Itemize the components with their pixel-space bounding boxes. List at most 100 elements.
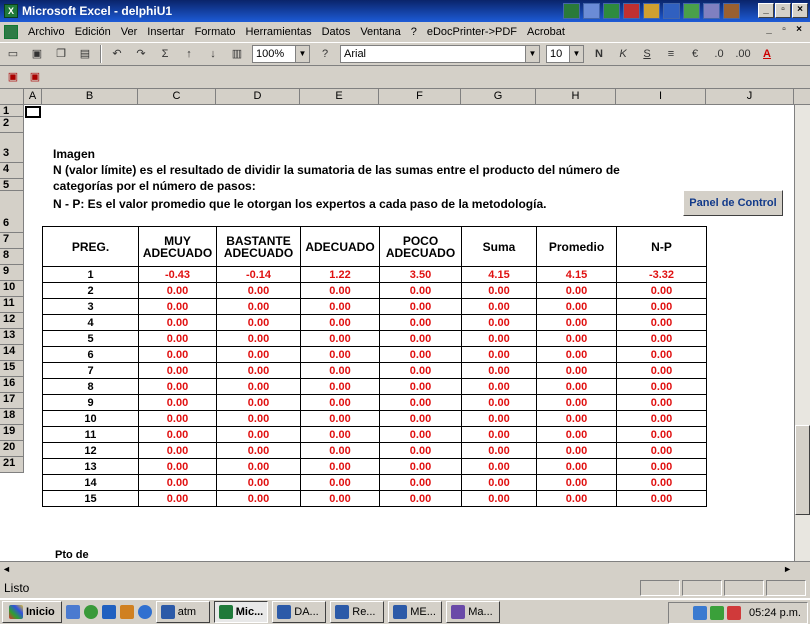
- value-cell[interactable]: -0.14: [216, 266, 301, 283]
- column-header[interactable]: F: [379, 89, 461, 104]
- value-cell[interactable]: 0.00: [216, 474, 301, 491]
- value-cell[interactable]: 0.00: [138, 298, 217, 315]
- row-header[interactable]: 9: [0, 265, 23, 281]
- value-cell[interactable]: 0.00: [379, 346, 462, 363]
- sort-ascending-icon[interactable]: ↑: [180, 45, 198, 63]
- preg-cell[interactable]: 14: [42, 474, 139, 491]
- value-cell[interactable]: 0.00: [461, 394, 537, 411]
- preg-cell[interactable]: 6: [42, 346, 139, 363]
- task-excel[interactable]: Mic...: [213, 601, 269, 623]
- column-header[interactable]: H: [536, 89, 616, 104]
- value-cell[interactable]: 0.00: [379, 442, 462, 459]
- row-header[interactable]: 12: [0, 313, 23, 329]
- row-header[interactable]: 14: [0, 345, 23, 361]
- app-shortcut-icon[interactable]: [683, 3, 700, 19]
- row-header[interactable]: 13: [0, 329, 23, 345]
- value-cell[interactable]: 0.00: [300, 346, 380, 363]
- value-cell[interactable]: 0.00: [616, 410, 707, 427]
- task-ma[interactable]: Ma...: [446, 601, 501, 623]
- column-header[interactable]: I: [616, 89, 706, 104]
- task-re[interactable]: Re...: [330, 601, 385, 623]
- value-cell[interactable]: 0.00: [379, 458, 462, 475]
- menu-insertar[interactable]: Insertar: [147, 26, 184, 38]
- column-header[interactable]: E: [300, 89, 379, 104]
- value-cell[interactable]: 0.00: [138, 330, 217, 347]
- value-cell[interactable]: 0.00: [138, 426, 217, 443]
- value-cell[interactable]: 0.00: [300, 490, 380, 507]
- font-size-select[interactable]: 10 ▼: [546, 45, 584, 63]
- value-cell[interactable]: 0.00: [300, 378, 380, 395]
- font-color-icon[interactable]: A: [758, 45, 776, 63]
- value-cell[interactable]: 0.00: [536, 314, 617, 331]
- zoom-select[interactable]: 100% ▼: [252, 45, 310, 63]
- value-cell[interactable]: 0.00: [216, 378, 301, 395]
- menu-help[interactable]: ?: [411, 26, 417, 38]
- value-cell[interactable]: 0.00: [461, 378, 537, 395]
- preg-cell[interactable]: 5: [42, 330, 139, 347]
- row-header[interactable]: 5: [0, 179, 23, 191]
- value-cell[interactable]: 0.00: [616, 362, 707, 379]
- paste-icon[interactable]: ▤: [76, 45, 94, 63]
- value-cell[interactable]: 0.00: [536, 474, 617, 491]
- task-da[interactable]: DA...: [272, 601, 327, 623]
- value-cell[interactable]: 0.00: [536, 298, 617, 315]
- value-cell[interactable]: 0.00: [616, 394, 707, 411]
- value-cell[interactable]: 0.00: [461, 330, 537, 347]
- value-cell[interactable]: 0.00: [461, 346, 537, 363]
- value-cell[interactable]: 0.00: [616, 378, 707, 395]
- value-cell[interactable]: 0.00: [138, 442, 217, 459]
- menu-datos[interactable]: Datos: [322, 26, 351, 38]
- redo-icon[interactable]: ↷: [132, 45, 150, 63]
- value-cell[interactable]: 0.00: [461, 362, 537, 379]
- value-cell[interactable]: 0.00: [138, 410, 217, 427]
- value-cell[interactable]: 0.00: [536, 426, 617, 443]
- value-cell[interactable]: 0.00: [138, 362, 217, 379]
- task-atm[interactable]: atm: [155, 601, 210, 623]
- value-cell[interactable]: 0.00: [379, 298, 462, 315]
- value-cell[interactable]: 0.00: [138, 394, 217, 411]
- row-header[interactable]: 1: [0, 105, 23, 117]
- italic-icon[interactable]: K: [614, 45, 632, 63]
- app-shortcut-icon[interactable]: [643, 3, 660, 19]
- row-header[interactable]: 19: [0, 425, 23, 441]
- workbook-icon[interactable]: [4, 25, 18, 39]
- value-cell[interactable]: 1.22: [300, 266, 380, 283]
- new-file-icon[interactable]: ▭: [4, 45, 22, 63]
- value-cell[interactable]: 0.00: [536, 490, 617, 507]
- value-cell[interactable]: 0.00: [616, 458, 707, 475]
- value-cell[interactable]: 0.00: [536, 394, 617, 411]
- value-cell[interactable]: 4.15: [461, 266, 537, 283]
- panel-de-control-button[interactable]: Panel de Control: [683, 190, 783, 216]
- value-cell[interactable]: 0.00: [216, 394, 301, 411]
- quicklaunch-icon[interactable]: [65, 605, 80, 619]
- value-cell[interactable]: 0.00: [536, 458, 617, 475]
- value-cell[interactable]: 0.00: [216, 298, 301, 315]
- task-me[interactable]: ME...: [388, 601, 443, 623]
- menu-ventana[interactable]: Ventana: [360, 26, 400, 38]
- chart-icon[interactable]: ▥: [228, 45, 246, 63]
- value-cell[interactable]: 0.00: [616, 298, 707, 315]
- value-cell[interactable]: 0.00: [616, 426, 707, 443]
- value-cell[interactable]: 0.00: [216, 314, 301, 331]
- value-cell[interactable]: 0.00: [379, 410, 462, 427]
- preg-cell[interactable]: 11: [42, 426, 139, 443]
- value-cell[interactable]: 0.00: [216, 282, 301, 299]
- scrollbar-thumb[interactable]: [795, 425, 810, 515]
- row-header[interactable]: 4: [0, 163, 23, 179]
- value-cell[interactable]: 0.00: [138, 378, 217, 395]
- value-cell[interactable]: 0.00: [379, 378, 462, 395]
- menu-ver[interactable]: Ver: [121, 26, 138, 38]
- row-header[interactable]: 20: [0, 441, 23, 457]
- preg-cell[interactable]: 10: [42, 410, 139, 427]
- value-cell[interactable]: 0.00: [216, 458, 301, 475]
- value-cell[interactable]: 0.00: [379, 394, 462, 411]
- value-cell[interactable]: 0.00: [616, 490, 707, 507]
- value-cell[interactable]: 0.00: [536, 442, 617, 459]
- value-cell[interactable]: 0.00: [616, 346, 707, 363]
- value-cell[interactable]: 0.00: [300, 394, 380, 411]
- copy-icon[interactable]: ❐: [52, 45, 70, 63]
- scroll-left-icon[interactable]: ◄: [2, 564, 11, 574]
- horizontal-scrollbar[interactable]: ◄ ►: [0, 561, 810, 578]
- value-cell[interactable]: 0.00: [216, 346, 301, 363]
- value-cell[interactable]: 0.00: [300, 330, 380, 347]
